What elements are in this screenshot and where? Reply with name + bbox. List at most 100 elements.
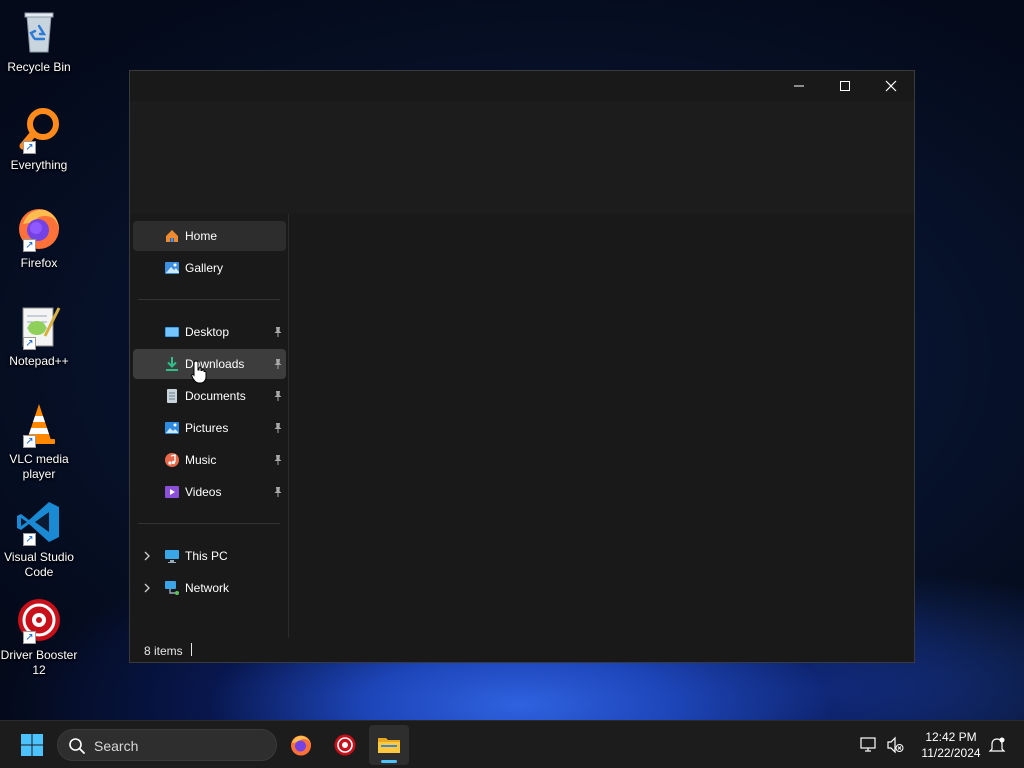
nav-pane-splitter[interactable] bbox=[288, 214, 289, 638]
nav-item-this-pc[interactable]: This PC bbox=[133, 541, 286, 571]
active-app-indicator bbox=[381, 760, 397, 763]
taskbar: Search 12:42 PM 11/22/2024 bbox=[0, 720, 1024, 768]
nav-item-music[interactable]: Music bbox=[133, 445, 286, 475]
taskbar-firefox-button[interactable] bbox=[281, 725, 321, 765]
speaker-muted-icon[interactable] bbox=[886, 736, 904, 754]
nav-item-label: Network bbox=[185, 581, 230, 595]
desktop-icon-label: VLC media player bbox=[9, 452, 69, 481]
recycle-bin-icon bbox=[15, 8, 63, 56]
nav-item-label: Music bbox=[185, 453, 217, 467]
pin-icon bbox=[273, 358, 283, 370]
navigation-pane: Home Gallery Desktop Downloads Documents… bbox=[130, 214, 290, 638]
file-list-area[interactable] bbox=[290, 214, 914, 638]
search-placeholder: Search bbox=[94, 738, 139, 754]
desktop-icon-label: Firefox bbox=[20, 256, 58, 270]
desktop-icon-label: Notepad++ bbox=[9, 354, 69, 368]
pin-icon bbox=[273, 390, 283, 402]
minimize-icon bbox=[794, 85, 804, 87]
nav-separator bbox=[138, 299, 280, 300]
title-bar[interactable] bbox=[130, 71, 914, 101]
nav-item-label: This PC bbox=[185, 549, 228, 563]
taskbar-file-explorer-button[interactable] bbox=[369, 725, 409, 765]
shortcut-arrow-icon: ↗ bbox=[23, 533, 36, 546]
system-clock[interactable]: 12:42 PM 11/22/2024 bbox=[912, 729, 990, 761]
desktop-icon-vlc[interactable]: ↗ VLC media player bbox=[0, 400, 78, 482]
taskbar-driver-booster-button[interactable] bbox=[325, 725, 365, 765]
close-icon bbox=[885, 80, 897, 92]
taskbar-search-box[interactable]: Search bbox=[57, 729, 277, 761]
shortcut-arrow-icon: ↗ bbox=[23, 631, 36, 644]
close-button[interactable] bbox=[868, 71, 914, 101]
start-button[interactable] bbox=[12, 725, 52, 765]
nav-item-pictures[interactable]: Pictures bbox=[133, 413, 286, 443]
windows-logo-icon bbox=[21, 734, 43, 756]
desktop-icon-vscode[interactable]: ↗ Visual Studio Code bbox=[0, 498, 78, 580]
nav-item-videos[interactable]: Videos bbox=[133, 477, 286, 507]
desktop-icon-firefox[interactable]: ↗ Firefox bbox=[0, 204, 78, 271]
desktop-icon-notepadpp[interactable]: ↗ Notepad++ bbox=[0, 302, 78, 369]
gallery-icon bbox=[164, 260, 180, 276]
pin-icon bbox=[273, 486, 283, 498]
nav-item-documents[interactable]: Documents bbox=[133, 381, 286, 411]
nav-item-label: Home bbox=[185, 229, 218, 243]
firefox-icon: ↗ bbox=[15, 204, 63, 252]
desktop-icon-label: Driver Booster 12 bbox=[0, 648, 78, 677]
nav-item-label: Documents bbox=[185, 389, 246, 403]
maximize-button[interactable] bbox=[822, 71, 868, 101]
document-icon bbox=[164, 388, 180, 404]
minimize-button[interactable] bbox=[776, 71, 822, 101]
videos-icon bbox=[164, 484, 180, 500]
firefox-icon bbox=[291, 735, 311, 756]
desktop-icon-everything[interactable]: ↗ Everything bbox=[0, 106, 78, 173]
download-arrow-icon bbox=[164, 356, 180, 372]
driver-booster-icon bbox=[334, 734, 356, 756]
nav-item-label: Gallery bbox=[185, 261, 224, 275]
hand-pointer-cursor-icon bbox=[191, 360, 207, 384]
nav-item-desktop[interactable]: Desktop bbox=[133, 317, 286, 347]
music-icon bbox=[164, 452, 180, 468]
notification-bell-icon[interactable] bbox=[988, 736, 1006, 754]
desktop-folder-icon bbox=[164, 324, 180, 340]
pictures-icon bbox=[164, 420, 180, 436]
network-status-icon[interactable] bbox=[860, 736, 878, 754]
desktop-icon-recycle-bin[interactable]: Recycle Bin bbox=[0, 8, 78, 75]
pin-icon bbox=[273, 422, 283, 434]
desktop-icon-label: Visual Studio Code bbox=[4, 550, 74, 579]
nav-item-label: Pictures bbox=[185, 421, 229, 435]
folder-icon bbox=[378, 738, 400, 753]
command-bar-area bbox=[130, 101, 914, 214]
nav-item-label: Desktop bbox=[185, 325, 230, 339]
maximize-icon bbox=[840, 81, 850, 91]
desktop-icon-driver-booster[interactable]: ↗ Driver Booster 12 bbox=[0, 596, 78, 678]
chevron-right-icon[interactable] bbox=[142, 582, 152, 594]
status-divider bbox=[191, 643, 192, 656]
network-icon bbox=[164, 580, 180, 596]
notepad-plus-plus-icon: ↗ bbox=[15, 302, 63, 350]
file-explorer-window: Home Gallery Desktop Downloads Documents… bbox=[129, 70, 915, 663]
nav-item-home[interactable]: Home bbox=[133, 221, 286, 251]
chevron-right-icon[interactable] bbox=[142, 550, 152, 562]
shortcut-arrow-icon: ↗ bbox=[23, 435, 36, 448]
nav-item-label: Videos bbox=[185, 485, 222, 499]
computer-icon bbox=[164, 548, 180, 564]
nav-item-downloads[interactable]: Downloads bbox=[133, 349, 286, 379]
vscode-icon: ↗ bbox=[15, 498, 63, 546]
shortcut-arrow-icon: ↗ bbox=[23, 141, 36, 154]
shortcut-arrow-icon: ↗ bbox=[23, 337, 36, 350]
search-icon bbox=[69, 738, 85, 754]
nav-separator bbox=[138, 523, 280, 524]
shortcut-arrow-icon: ↗ bbox=[23, 239, 36, 252]
clock-time: 12:42 PM bbox=[925, 730, 977, 744]
driver-booster-icon: ↗ bbox=[15, 596, 63, 644]
desktop-icon-label: Recycle Bin bbox=[7, 60, 71, 74]
everything-search-icon: ↗ bbox=[15, 106, 63, 154]
status-bar: 8 items bbox=[130, 638, 914, 662]
pin-icon bbox=[273, 454, 283, 466]
item-count-label: 8 items bbox=[144, 644, 183, 658]
desktop-icon-label: Everything bbox=[10, 158, 68, 172]
home-icon bbox=[164, 228, 180, 244]
nav-item-gallery[interactable]: Gallery bbox=[133, 253, 286, 283]
pin-icon bbox=[273, 326, 283, 338]
nav-item-network[interactable]: Network bbox=[133, 573, 286, 603]
vlc-cone-icon: ↗ bbox=[15, 400, 63, 448]
